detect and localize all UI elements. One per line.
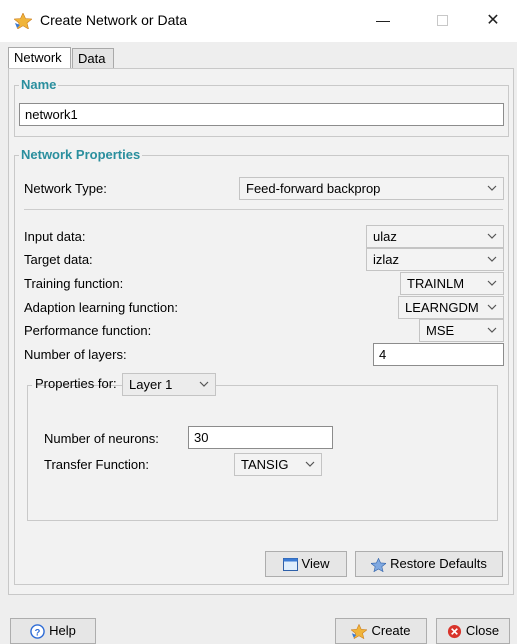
maximize-icon — [437, 15, 448, 26]
minimize-button[interactable] — [360, 6, 406, 36]
input-data-value: ulaz — [373, 229, 397, 244]
training-function-select[interactable]: TRAINLM — [400, 272, 504, 295]
network-type-select[interactable]: Feed-forward backprop — [239, 177, 504, 200]
close-window-button[interactable]: ✕ — [470, 6, 516, 36]
performance-function-value: MSE — [426, 323, 455, 338]
chevron-down-icon — [199, 381, 209, 387]
number-of-layers-label: Number of layers: — [24, 347, 127, 362]
network-name-input[interactable]: network1 — [19, 103, 504, 126]
chevron-down-icon — [487, 280, 497, 286]
dialog-client: Network Data Name network1 Network Prope… — [0, 42, 517, 644]
layer-properties-group: Properties for: Layer 1 Number of neuron… — [27, 372, 498, 521]
number-of-layers-input[interactable]: 4 — [373, 343, 504, 366]
help-icon: ? — [30, 624, 45, 639]
name-group-title: Name — [19, 77, 59, 92]
performance-function-label: Performance function: — [24, 323, 152, 338]
view-button-label: View — [301, 556, 330, 571]
maximize-button[interactable] — [420, 6, 466, 36]
target-data-select[interactable]: izlaz — [366, 248, 504, 271]
create-button-label: Create — [371, 623, 411, 638]
close-circle-icon — [447, 625, 461, 639]
separator — [24, 209, 503, 210]
star-icon — [351, 624, 368, 640]
window-title: Create Network or Data — [40, 12, 188, 28]
layer-select-value: Layer 1 — [129, 377, 173, 392]
chevron-down-icon — [487, 185, 497, 191]
restore-defaults-button[interactable]: Restore Defaults — [355, 551, 503, 577]
close-button-label: Close — [465, 623, 500, 638]
restore-defaults-label: Restore Defaults — [390, 556, 487, 571]
performance-function-select[interactable]: MSE — [419, 319, 504, 342]
input-data-label: Input data: — [24, 229, 86, 244]
properties-for-label: Properties for: — [35, 376, 117, 391]
adaption-function-label: Adaption learning function: — [24, 300, 178, 315]
create-button[interactable]: Create — [335, 618, 427, 644]
input-data-select[interactable]: ulaz — [366, 225, 504, 248]
network-tab-panel: Name network1 Network Properties Network… — [8, 68, 514, 595]
network-properties-title: Network Properties — [19, 147, 143, 162]
help-button-label: Help — [49, 623, 76, 638]
training-function-label: Training function: — [24, 276, 124, 291]
name-group: Name network1 — [14, 77, 509, 137]
target-data-value: izlaz — [373, 252, 400, 267]
window-icon — [282, 558, 298, 572]
number-of-neurons-input[interactable]: 30 — [188, 426, 333, 449]
chevron-down-icon — [305, 461, 315, 467]
number-of-neurons-label: Number of neurons: — [44, 431, 159, 446]
target-data-label: Target data: — [24, 252, 93, 267]
tab-data[interactable]: Data — [72, 48, 114, 68]
training-function-value: TRAINLM — [407, 276, 465, 291]
chevron-down-icon — [487, 256, 497, 262]
star-icon — [371, 557, 387, 572]
adaption-function-select[interactable]: LEARNGDM — [398, 296, 504, 319]
help-button[interactable]: ? Help — [10, 618, 96, 644]
network-type-label: Network Type: — [24, 181, 107, 196]
minimize-icon — [376, 21, 390, 22]
close-button[interactable]: Close — [436, 618, 510, 644]
chevron-down-icon — [487, 233, 497, 239]
network-properties-group: Network Properties Network Type: Feed-fo… — [14, 147, 509, 585]
transfer-function-label: Transfer Function: — [44, 457, 150, 472]
network-type-value: Feed-forward backprop — [246, 181, 381, 196]
svg-text:?: ? — [35, 627, 41, 637]
title-bar: Create Network or Data ✕ — [0, 0, 517, 42]
chevron-down-icon — [487, 304, 497, 310]
tab-network[interactable]: Network — [8, 47, 71, 69]
adaption-function-value: LEARNGDM — [405, 300, 479, 315]
view-button[interactable]: View — [265, 551, 347, 577]
transfer-function-value: TANSIG — [241, 457, 289, 472]
layer-selector-row: Properties for: Layer 1 — [32, 372, 216, 398]
layer-select[interactable]: Layer 1 — [122, 373, 216, 396]
transfer-function-select[interactable]: TANSIG — [234, 453, 322, 476]
chevron-down-icon — [487, 327, 497, 333]
app-star-icon — [14, 13, 32, 29]
